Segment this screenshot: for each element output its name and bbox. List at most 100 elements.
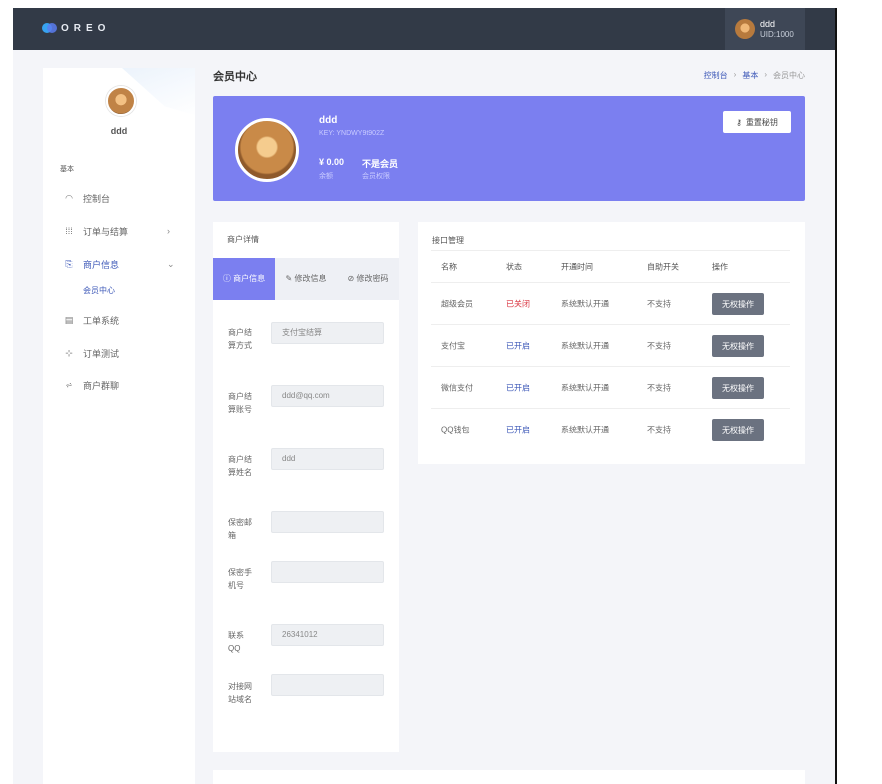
field-label: 商户结算方式 (228, 328, 252, 350)
api-name: 超级会员 (441, 299, 473, 309)
open-time: 系统默认开通 (561, 341, 609, 351)
sidebar-item-label: 工单系统 (83, 315, 120, 326)
app-window: OREO ddd UID:1000 ddd 基本 ◠ 控制台 ⁞⁞⁞ 订单与结算… (13, 8, 836, 784)
secure-phone-field[interactable] (271, 561, 384, 583)
open-time: 系统默认开通 (561, 299, 609, 309)
field-label: 商户结算账号 (228, 392, 252, 414)
breadcrumb-current: 会员中心 (773, 71, 805, 80)
field-label: 保密邮箱 (228, 518, 252, 540)
breadcrumb-separator: › (764, 70, 767, 79)
tab-change-password[interactable]: ⊘ 修改密码 (337, 258, 399, 300)
test-icon: ⊹ (65, 347, 73, 358)
sidebar-item-label: 订单与结算 (83, 226, 129, 237)
status-badge: 已开启 (506, 341, 530, 351)
user-uid: UID:1000 (760, 30, 794, 39)
settlement-name-field[interactable]: ddd (271, 448, 384, 470)
tab-label: 修改密码 (356, 274, 389, 283)
column-header: 开通时间 (561, 262, 593, 272)
breadcrumb-item[interactable]: 基本 (742, 70, 758, 81)
column-header: 操作 (712, 262, 728, 272)
self-service-switch: 不支持 (647, 299, 671, 309)
balance-value: ¥ 0.00 (319, 157, 345, 167)
bottom-panel (213, 770, 805, 784)
no-permission-button[interactable]: 无权操作 (712, 293, 764, 315)
logo-icon (42, 22, 58, 34)
sidebar-avatar[interactable] (106, 86, 136, 116)
sidebar-item-dashboard[interactable]: ◠ 控制台 (43, 188, 195, 208)
logo-text: OREO (61, 22, 111, 34)
reset-key-button[interactable]: ⚷ 重置秘钥 (723, 111, 791, 133)
sidebar-user-name: ddd (110, 126, 128, 136)
user-menu[interactable]: ddd UID:1000 (725, 8, 805, 50)
secure-email-field[interactable] (271, 511, 384, 533)
contact-qq-field[interactable]: 26341012 (271, 624, 384, 646)
profile-key: KEY: YNDWY9t902Z (319, 130, 385, 137)
table-row: 超级会员 已关闭 系统默认开通 不支持 无权操作 (431, 282, 790, 325)
tab-edit-info[interactable]: ✎ 修改信息 (275, 258, 337, 300)
sidebar-item-group-chat[interactable]: ⩫ 商户群聊 (43, 375, 195, 395)
field-label: 联系QQ (228, 631, 244, 653)
site-domain-field[interactable] (271, 674, 384, 696)
membership-value: 不是会员 (362, 159, 399, 169)
sidebar-item-label: 商户群聊 (83, 380, 120, 391)
panel-title: 接口管理 (432, 236, 464, 245)
table-row: QQ钱包 已开启 系统默认开通 不支持 无权操作 (431, 408, 790, 451)
user-name: ddd (760, 19, 776, 29)
merchant-details-panel: 商户详情 ⓘ 商户信息 ✎ 修改信息 ⊘ 修改密码 商户结算方式 支付宝结算 商… (213, 222, 399, 752)
tab-label: 商户信息 (233, 274, 266, 283)
column-header: 名称 (441, 262, 457, 272)
tab-label: 修改信息 (294, 274, 327, 283)
api-name: 微信支付 (441, 383, 473, 393)
open-time: 系统默认开通 (561, 425, 609, 435)
profile-name: ddd (319, 115, 338, 126)
sidebar: ddd 基本 ◠ 控制台 ⁞⁞⁞ 订单与结算 › ⎘ 商户信息 ⌄ 会员中心 ▤… (43, 68, 195, 784)
group-icon: ⩫ (65, 379, 73, 390)
sidebar-section-label: 基本 (60, 166, 74, 173)
dashboard-icon: ◠ (65, 192, 73, 203)
sidebar-item-order-test[interactable]: ⊹ 订单测试 (43, 343, 195, 363)
chevron-down-icon: ⌄ (167, 258, 175, 269)
field-label: 保密手机号 (228, 568, 252, 590)
page-title: 会员中心 (213, 71, 257, 83)
breadcrumb-item[interactable]: 控制台 (704, 70, 728, 81)
sidebar-item-merchant[interactable]: ⎘ 商户信息 ⌄ (43, 254, 195, 274)
no-permission-button[interactable]: 无权操作 (712, 419, 764, 441)
api-name: 支付宝 (441, 341, 465, 351)
profile-banner: ddd KEY: YNDWY9t902Z ¥ 0.00 余额 不是会员 会员权限… (213, 96, 805, 201)
balance-label: 余额 (319, 173, 333, 180)
tab-merchant-info[interactable]: ⓘ 商户信息 (213, 258, 275, 300)
reset-key-label: 重置秘钥 (745, 117, 778, 127)
sidebar-item-tickets[interactable]: ▤ 工单系统 (43, 310, 195, 330)
membership-label: 会员权限 (362, 173, 390, 180)
brand-logo[interactable]: OREO (42, 22, 110, 34)
field-label: 商户结算姓名 (228, 455, 252, 477)
no-permission-button[interactable]: 无权操作 (712, 377, 764, 399)
avatar (735, 19, 755, 39)
settlement-account-field[interactable]: ddd@qq.com (271, 385, 384, 407)
api-name: QQ钱包 (441, 425, 470, 435)
breadcrumb-separator: › (733, 70, 737, 79)
status-badge: 已开启 (506, 425, 530, 435)
sidebar-item-label: 控制台 (83, 193, 111, 204)
no-permission-button[interactable]: 无权操作 (712, 335, 764, 357)
window-border (835, 8, 837, 784)
open-time: 系统默认开通 (561, 383, 609, 393)
merchant-icon: ⎘ (65, 258, 73, 269)
edit-icon: ✎ (285, 274, 295, 283)
field-label: 对接网站域名 (228, 682, 252, 704)
api-management-panel: 接口管理 名称 状态 开通时间 自助开关 操作 超级会员 已关闭 系统默认开通 … (418, 222, 805, 464)
info-icon: ⓘ (222, 274, 234, 283)
self-service-switch: 不支持 (647, 383, 671, 393)
sidebar-subitem-member-center[interactable]: 会员中心 (83, 285, 115, 296)
breadcrumb: 控制台 › 基本 › 会员中心 (704, 70, 805, 81)
chevron-right-icon: › (167, 226, 170, 236)
sidebar-item-orders[interactable]: ⁞⁞⁞ 订单与结算 › (43, 221, 195, 241)
check-icon: ⊘ (347, 274, 357, 283)
top-bar: OREO ddd UID:1000 (13, 8, 836, 50)
self-service-switch: 不支持 (647, 425, 671, 435)
settlement-method-field[interactable]: 支付宝结算 (271, 322, 384, 344)
table-row: 微信支付 已开启 系统默认开通 不支持 无权操作 (431, 366, 790, 409)
status-badge: 已关闭 (506, 299, 530, 309)
grid-icon: ⁞⁞⁞ (65, 226, 73, 236)
key-icon: ⚷ (736, 117, 742, 127)
